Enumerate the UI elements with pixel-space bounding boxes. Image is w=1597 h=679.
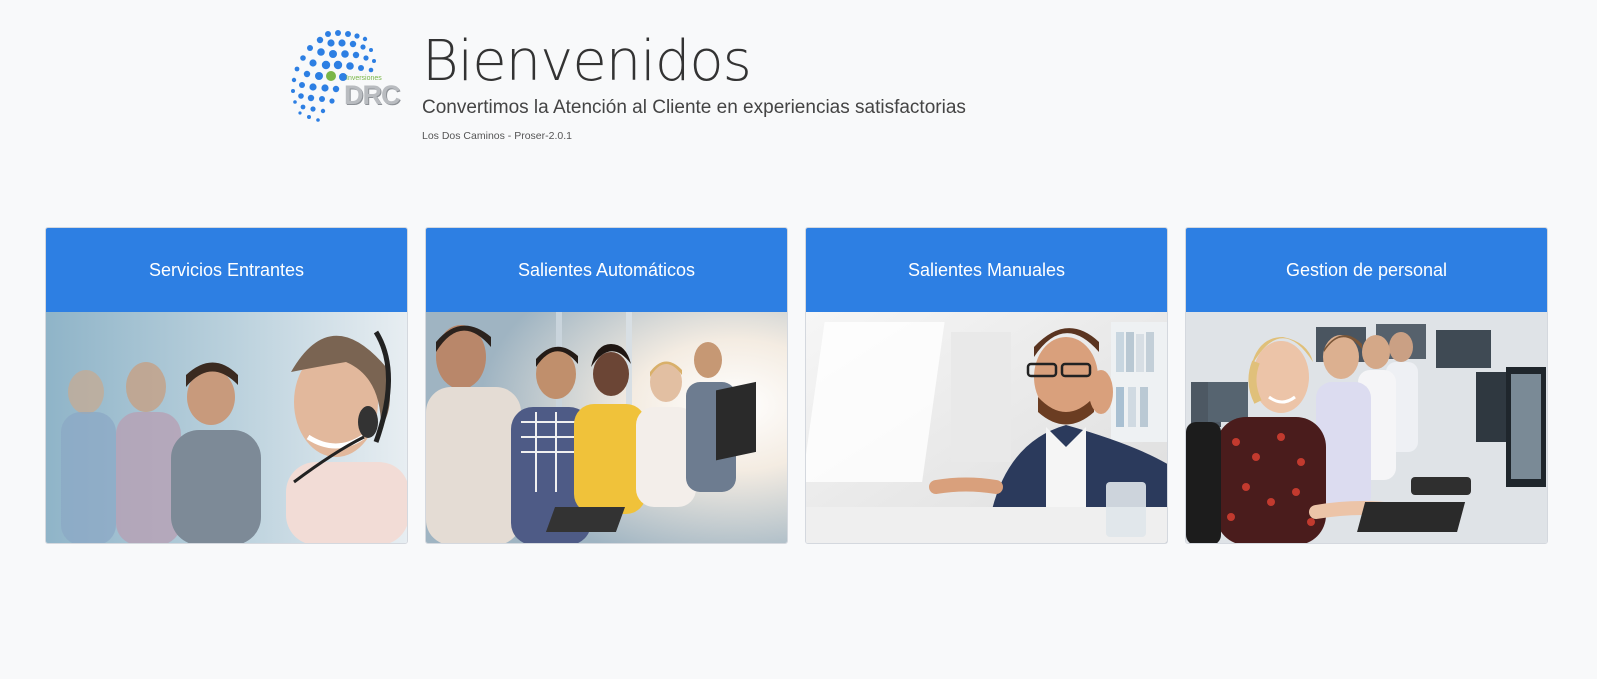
card-salientes-manuales[interactable]: Salientes Manuales: [805, 227, 1168, 544]
company-logo: Inversiones DRC: [288, 28, 414, 126]
card-image[interactable]: [46, 312, 407, 543]
page-subtitle: Convertimos la Atención al Cliente en ex…: [422, 97, 966, 118]
card-servicios-entrantes[interactable]: Servicios Entrantes: [45, 227, 408, 544]
logo-text: DRC: [344, 80, 400, 110]
card-title[interactable]: Servicios Entrantes: [46, 228, 407, 312]
card-title[interactable]: Gestion de personal: [1186, 228, 1547, 312]
card-title[interactable]: Salientes Automáticos: [426, 228, 787, 312]
service-cards: Servicios Entrantes Salientes Automático…: [45, 227, 1548, 544]
page-header: Inversiones DRC Bienvenidos Convertimos …: [288, 28, 966, 142]
card-salientes-automaticos[interactable]: Salientes Automáticos: [425, 227, 788, 544]
card-image[interactable]: [1186, 312, 1547, 543]
card-title[interactable]: Salientes Manuales: [806, 228, 1167, 312]
header-titles: Bienvenidos Convertimos la Atención al C…: [422, 28, 966, 143]
card-image[interactable]: [806, 312, 1167, 543]
version-label: Los Dos Caminos - Proser-2.0.1: [422, 130, 572, 142]
card-image[interactable]: [426, 312, 787, 543]
card-gestion-de-personal[interactable]: Gestion de personal: [1185, 227, 1548, 544]
page-title: Bienvenidos: [422, 29, 752, 94]
